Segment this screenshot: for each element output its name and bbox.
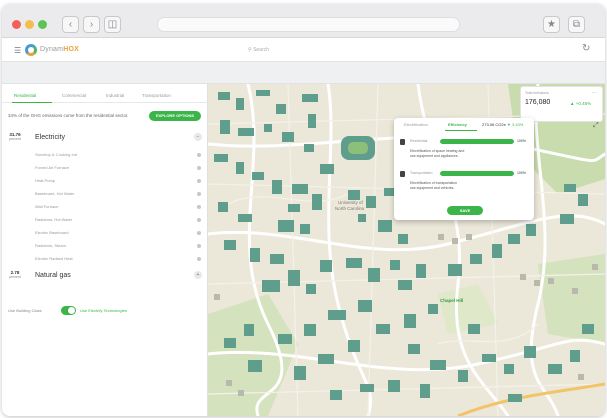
option-percent: 100% (517, 171, 526, 175)
category-percent: 31.76 percent (9, 132, 21, 141)
item-icon (197, 205, 201, 209)
option-description: Electrification of transportation (410, 181, 458, 185)
item-icon (197, 166, 201, 170)
list-item[interactable]: Stovetop & Cooking Ind (35, 149, 205, 161)
option-description: use equipment and appliances. (410, 154, 459, 158)
bookmark-star-icon[interactable]: ★ (543, 16, 560, 33)
emissions-change: ▲ +0.45% (570, 101, 592, 106)
list-item[interactable]: Baseboard, Hot Water (35, 188, 205, 200)
item-icon (197, 153, 201, 157)
refresh-icon[interactable]: ↻ (582, 43, 590, 54)
item-icon (197, 257, 201, 261)
hamburger-menu-icon[interactable]: ☰ (14, 46, 21, 55)
sector-panel: Residential Commercial Industrial Transp… (2, 84, 208, 416)
tab-industrial[interactable]: Industrial (106, 93, 124, 98)
vehicle-icon (400, 171, 405, 177)
co2-summary: 273.06 CO2e ▼ 3.43% (482, 122, 524, 127)
browser-toolbar: ‹ › ◫ ★ ⧉ (2, 4, 605, 38)
list-item[interactable]: Electric Radiant Heat (35, 253, 205, 265)
tab-commercial[interactable]: Commercial (62, 93, 86, 98)
tab-electrification[interactable]: Electrification (404, 122, 428, 127)
category-electricity[interactable]: 31.76 percent Electricity − (8, 130, 204, 150)
item-icon (197, 231, 201, 235)
emissions-summary-card: Total emissions ... 176,080 ▲ +0.45% (520, 86, 603, 122)
technology-toggle-switch[interactable] (61, 306, 76, 315)
option-row[interactable]: Residential 100% Electrification of spac… (398, 138, 532, 168)
address-bar[interactable] (157, 17, 460, 32)
item-icon (197, 192, 201, 196)
item-icon (197, 244, 201, 248)
sector-note: 34% of the GHG emissions come from the r… (8, 113, 129, 118)
fullscreen-icon[interactable]: ⤢ (593, 122, 599, 130)
category-percent: 2.78 percent (9, 270, 21, 279)
option-percent: 100% (517, 139, 526, 143)
tab-transportation[interactable]: Transportation (142, 93, 171, 98)
category-natural-gas[interactable]: 2.78 percent Natural gas + (8, 268, 204, 288)
maximize-window-icon[interactable] (38, 20, 47, 29)
map-label: University of (338, 200, 363, 205)
technology-toggle-row: Use Building Class Use Electrify Technol… (8, 306, 198, 316)
back-icon[interactable]: ‹ (62, 16, 79, 33)
category-title: Natural gas (35, 272, 71, 279)
save-button[interactable]: SAVE (447, 206, 483, 215)
list-item[interactable]: Heat Pump (35, 175, 205, 187)
option-description: use equipment and vehicles. (410, 186, 455, 190)
active-tab-indicator (12, 102, 52, 103)
map-view[interactable]: University of North Carolina Chapel Hill… (208, 84, 605, 416)
app-header: ☰ DynamHOX ⚲ Search ↻ (2, 38, 605, 62)
more-options-icon[interactable]: ... (592, 89, 596, 95)
close-window-icon[interactable] (12, 20, 21, 29)
option-progress-bar[interactable] (440, 139, 514, 144)
collapse-icon[interactable]: − (194, 133, 202, 141)
list-item[interactable]: Wall Furnace (35, 201, 205, 213)
toggle-label-right: Use Electrify Technologies (80, 308, 127, 313)
app-logo-icon (25, 44, 37, 56)
emissions-value: 176,080 (525, 99, 551, 106)
option-progress-bar[interactable] (440, 171, 514, 176)
map-label: Chapel Hill (440, 298, 464, 303)
minimize-window-icon[interactable] (25, 20, 34, 29)
building-icon (400, 139, 405, 145)
list-item[interactable]: Radiators, Hot Water (35, 214, 205, 226)
option-label: Transportation (410, 171, 433, 175)
option-progress-fill (440, 139, 514, 144)
search-input[interactable]: ⚲ Search (248, 45, 348, 56)
tab-residential[interactable]: Residential (14, 93, 36, 98)
list-item[interactable]: Forced Air Furnace (35, 162, 205, 174)
sector-tabs: Residential Commercial Industrial Transp… (2, 90, 208, 103)
tabs-overview-icon[interactable]: ⧉ (568, 16, 585, 33)
explore-options-button[interactable]: EXPLORE OPTIONS (149, 111, 201, 121)
map-label: North Carolina (335, 206, 365, 211)
sub-header-bar (2, 62, 605, 84)
expand-icon[interactable]: + (194, 271, 202, 279)
sidebar-icon[interactable]: ◫ (104, 16, 121, 33)
item-icon (197, 218, 201, 222)
options-popup: Electrification Efficiency 273.06 CO2e ▼… (394, 118, 534, 220)
tab-efficiency[interactable]: Efficiency (448, 122, 467, 127)
item-icon (197, 179, 201, 183)
forward-icon[interactable]: › (83, 16, 100, 33)
option-label: Residential (410, 139, 428, 143)
option-progress-fill (440, 171, 514, 176)
option-row[interactable]: Transportation 100% Electrification of t… (398, 170, 532, 200)
list-item[interactable]: Electric Baseboard (35, 227, 205, 239)
browser-window: ‹ › ◫ ★ ⧉ ☰ DynamHOX ⚲ Search ↻ Resident… (2, 4, 605, 416)
option-description: Electrification of space heating and (410, 149, 465, 153)
toggle-label-left: Use Building Class (8, 308, 42, 313)
active-tab-indicator (445, 130, 477, 131)
emissions-label: Total emissions (525, 91, 549, 95)
list-item[interactable]: Radiators, Steam (35, 240, 205, 252)
app-logo-text: DynamHOX (40, 46, 79, 53)
category-title: Electricity (35, 134, 65, 141)
